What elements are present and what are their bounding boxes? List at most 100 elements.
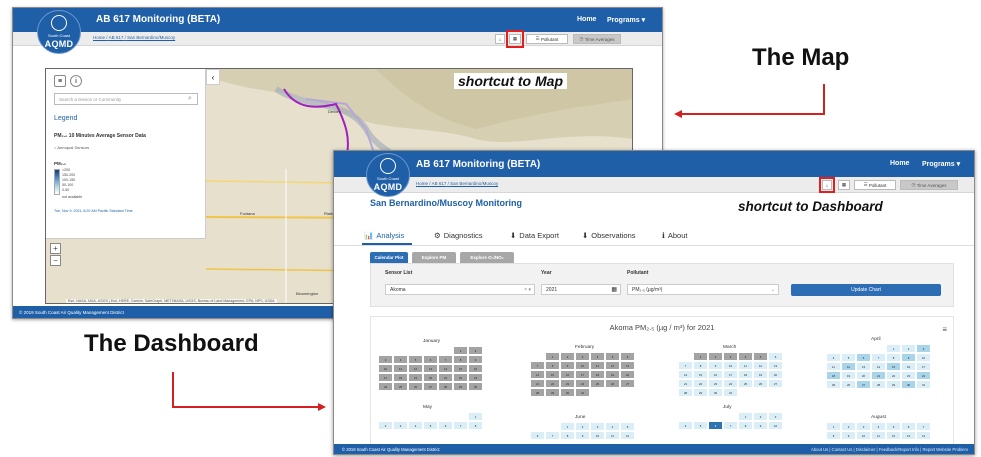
collapse-panel-button[interactable]: ‹ — [206, 69, 220, 85]
calendar-day-cell[interactable]: 5 — [842, 354, 855, 361]
tab-analysis[interactable]: 📊 Analysis — [364, 231, 404, 240]
calendar-day-cell[interactable]: 28 — [872, 381, 885, 388]
clear-select-icon[interactable]: × ▾ — [524, 287, 531, 293]
calendar-day-cell[interactable]: 12 — [842, 363, 855, 370]
calendar-day-cell[interactable]: 19 — [606, 371, 619, 378]
calendar-day-cell[interactable]: 7 — [917, 423, 930, 430]
calendar-day-cell[interactable]: 16 — [561, 371, 574, 378]
calendar-day-cell[interactable]: 26 — [754, 380, 767, 387]
calendar-day-cell[interactable]: 20 — [424, 374, 437, 381]
calendar-day-cell[interactable]: 4 — [591, 353, 604, 360]
time-averages-button[interactable]: ◷ Time Averages — [900, 180, 958, 190]
calendar-day-cell[interactable]: 1 — [454, 347, 467, 354]
calendar-day-cell[interactable]: 7 — [531, 362, 544, 369]
calendar-day-cell[interactable]: 18 — [591, 371, 604, 378]
calendar-day-cell[interactable]: 26 — [409, 383, 422, 390]
calendar-day-cell[interactable]: 6 — [621, 353, 634, 360]
hamburger-menu-icon[interactable]: ≡ — [942, 325, 947, 334]
calendar-day-cell[interactable]: 6 — [709, 422, 722, 429]
calendar-day-cell[interactable]: 1 — [469, 413, 482, 420]
calendar-day-cell[interactable]: 20 — [769, 371, 782, 378]
calendar-day-cell[interactable]: 15 — [694, 371, 707, 378]
tab-about[interactable]: ℹ About — [662, 231, 687, 240]
calendar-day-cell[interactable]: 21 — [872, 372, 885, 379]
calendar-day-cell[interactable]: 21 — [531, 380, 544, 387]
calendar-day-cell[interactable]: 8 — [454, 356, 467, 363]
zoom-in-button[interactable]: + — [50, 243, 61, 254]
calendar-day-cell[interactable]: 15 — [546, 371, 559, 378]
calendar-day-cell[interactable]: 10 — [769, 422, 782, 429]
time-averages-button[interactable]: ◷ Time Averages — [573, 34, 621, 44]
calendar-day-cell[interactable]: 5 — [424, 422, 437, 429]
sensor-list-select[interactable]: Akoma × ▾ — [385, 284, 535, 295]
calendar-day-cell[interactable]: 14 — [439, 365, 452, 372]
breadcrumb-ab617[interactable]: AB 617 — [432, 181, 447, 186]
calendar-day-cell[interactable]: 27 — [621, 380, 634, 387]
calendar-day-cell[interactable]: 17 — [724, 371, 737, 378]
calendar-day-cell[interactable]: 9 — [469, 356, 482, 363]
tab-data-export[interactable]: ⬇ Data Export — [510, 231, 559, 240]
calendar-day-cell[interactable]: 18 — [739, 371, 752, 378]
nav-home[interactable]: Home — [577, 16, 596, 23]
dashboard-shortcut-button[interactable]: ⌂ — [495, 34, 505, 44]
aeroqual-sensors-radio[interactable]: ○ Aeroqual Sensors — [54, 145, 89, 150]
subtab-explore-o3-no2[interactable]: Explore O₃/NO₂ — [460, 252, 514, 263]
calendar-day-cell[interactable]: 8 — [887, 354, 900, 361]
calendar-day-cell[interactable]: 10 — [724, 362, 737, 369]
calendar-day-cell[interactable]: 6 — [769, 353, 782, 360]
calendar-day-cell[interactable]: 26 — [842, 381, 855, 388]
calendar-day-cell[interactable]: 23 — [561, 380, 574, 387]
breadcrumb-community[interactable]: San Bernardino/Muscoy — [450, 181, 498, 186]
calendar-day-cell[interactable]: 29 — [694, 389, 707, 396]
calendar-day-cell[interactable]: 13 — [902, 432, 915, 439]
calendar-day-cell[interactable]: 10 — [857, 432, 870, 439]
calendar-day-cell[interactable]: 28 — [679, 389, 692, 396]
calendar-day-cell[interactable]: 4 — [394, 356, 407, 363]
nav-programs[interactable]: Programs ▾ — [607, 16, 645, 24]
calendar-day-cell[interactable]: 31 — [917, 381, 930, 388]
calendar-day-cell[interactable]: 10 — [917, 354, 930, 361]
calendar-day-cell[interactable]: 16 — [902, 363, 915, 370]
calendar-day-cell[interactable]: 24 — [724, 380, 737, 387]
calendar-day-cell[interactable]: 7 — [724, 422, 737, 429]
calendar-day-cell[interactable]: 25 — [827, 381, 840, 388]
calendar-day-cell[interactable]: 9 — [561, 362, 574, 369]
update-chart-button[interactable]: Update Chart — [791, 284, 941, 296]
calendar-day-cell[interactable]: 12 — [409, 365, 422, 372]
calendar-day-cell[interactable]: 13 — [621, 362, 634, 369]
calendar-day-cell[interactable]: 30 — [902, 381, 915, 388]
calendar-day-cell[interactable]: 3 — [857, 423, 870, 430]
calendar-day-cell[interactable]: 23 — [469, 374, 482, 381]
calendar-day-cell[interactable]: 3 — [917, 345, 930, 352]
calendar-day-cell[interactable]: 9 — [842, 432, 855, 439]
calendar-day-cell[interactable]: 13 — [424, 365, 437, 372]
calendar-day-cell[interactable]: 7 — [679, 362, 692, 369]
calendar-day-cell[interactable]: 1 — [887, 345, 900, 352]
map-shortcut-button[interactable]: ▦ — [838, 180, 850, 190]
calendar-day-cell[interactable]: 15 — [454, 365, 467, 372]
calendar-day-cell[interactable]: 5 — [621, 423, 634, 430]
calendar-day-cell[interactable]: 22 — [546, 380, 559, 387]
calendar-day-cell[interactable]: 17 — [576, 371, 589, 378]
calendar-day-cell[interactable]: 20 — [857, 372, 870, 379]
calendar-day-cell[interactable]: 18 — [394, 374, 407, 381]
calendar-day-cell[interactable]: 22 — [694, 380, 707, 387]
footer-links[interactable]: About Us | Contact Us | Disclaimer | Fee… — [811, 447, 968, 452]
calendar-day-cell[interactable]: 8 — [694, 362, 707, 369]
breadcrumb-ab617[interactable]: AB 617 — [109, 35, 124, 40]
calendar-day-cell[interactable]: 3 — [591, 423, 604, 430]
calendar-day-cell[interactable]: 12 — [754, 362, 767, 369]
aqmd-logo[interactable]: South Coast AQMD — [366, 153, 410, 197]
calendar-day-cell[interactable]: 3 — [576, 353, 589, 360]
nav-programs[interactable]: Programs ▾ — [922, 160, 960, 168]
calendar-day-cell[interactable]: 12 — [606, 362, 619, 369]
calendar-day-cell[interactable]: 8 — [469, 422, 482, 429]
calendar-day-cell[interactable]: 22 — [887, 372, 900, 379]
calendar-day-cell[interactable]: 15 — [887, 363, 900, 370]
calendar-day-cell[interactable]: 7 — [439, 356, 452, 363]
calendar-day-cell[interactable]: 5 — [606, 353, 619, 360]
layers-button[interactable]: ≡ — [54, 75, 66, 87]
calendar-day-cell[interactable]: 29 — [546, 389, 559, 396]
calendar-day-cell[interactable]: 1 — [827, 423, 840, 430]
subtab-explore-pm[interactable]: Explore PM — [412, 252, 456, 263]
